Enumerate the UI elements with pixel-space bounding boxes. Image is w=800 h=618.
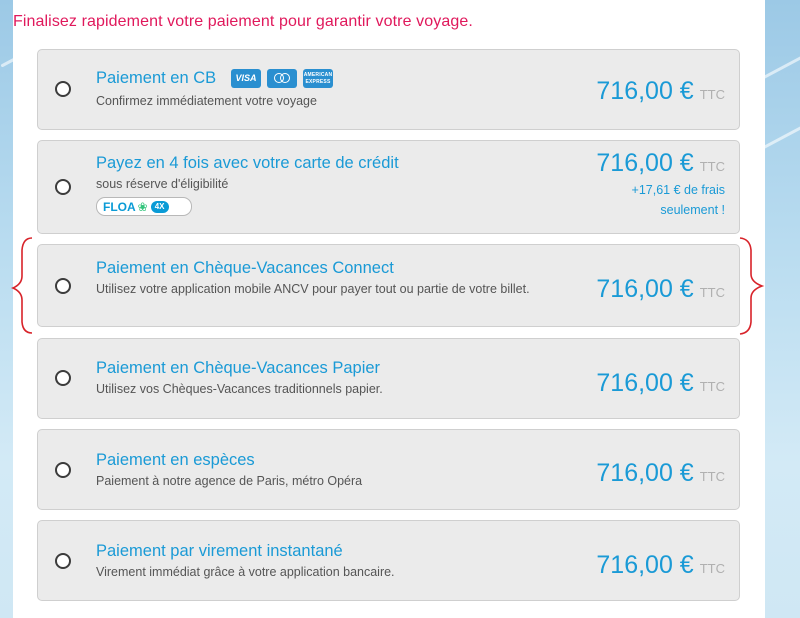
radio-button[interactable] [55,278,71,294]
price-suffix: TTC [699,469,725,484]
price-amount: 716,00 € [596,77,694,105]
option-description: Utilisez vos Chèques-Vacances traditionn… [96,382,383,396]
option-title: Paiement en Chèque-Vacances Connect [96,259,394,277]
option-description: Paiement à notre agence de Paris, métro … [96,474,363,488]
option-description: Confirmez immédiatement votre voyage [96,94,317,108]
option-price: 716,00 € TTC [596,77,725,106]
radio-button[interactable] [55,553,71,569]
option-title: Paiement par virement instantané [96,542,343,560]
page-heading: Finalisez rapidement votre paiement pour… [13,13,473,30]
option-description: Utilisez votre application mobile ANCV p… [96,282,530,296]
floa-flower-icon: ❀ [137,199,148,214]
option-price: 716,00 € TTC [596,275,725,304]
option-description: sous réserve d'éligibilité [96,177,229,191]
visa-icon: VISA [231,69,261,88]
highlight-bracket-right [739,237,765,335]
option-price: 716,00 € TTC [596,459,725,488]
price-amount: 716,00 € [596,369,694,397]
price-amount: 716,00 € [596,459,694,487]
price-suffix: TTC [699,561,725,576]
floa-brand: FLOA [103,199,136,214]
option-price: 716,00 € TTC [596,149,725,178]
price-amount: 716,00 € [596,551,694,579]
option-title: Payez en 4 fois avec votre carte de créd… [96,154,399,172]
price-suffix: TTC [699,379,725,394]
payment-option-cb[interactable]: Paiement en CB VISA AMERICAN EXPRESS Con… [37,49,740,130]
price-suffix: TTC [699,87,725,102]
card-logos: VISA AMERICAN EXPRESS [231,69,333,88]
radio-button[interactable] [55,179,71,195]
option-description: Virement immédiat grâce à votre applicat… [96,565,395,579]
amex-icon: AMERICAN EXPRESS [303,69,333,88]
floa-badge: FLOA ❀ 4X [96,197,192,216]
highlight-bracket-left [11,237,33,334]
mastercard-icon [267,69,297,88]
option-price: 716,00 € TTC [596,551,725,580]
payment-option-4x[interactable]: Payez en 4 fois avec votre carte de créd… [37,140,740,234]
option-price: 716,00 € TTC [596,369,725,398]
radio-button[interactable] [55,370,71,386]
payment-option-virement-instantane[interactable]: Paiement par virement instantané Viremen… [37,520,740,601]
price-amount: 716,00 € [596,275,694,303]
payment-option-cheque-vacances-connect[interactable]: Paiement en Chèque-Vacances Connect Util… [37,244,740,327]
fee-note: +17,61 € de frais seulement ! [595,180,725,220]
option-title: Paiement en espèces [96,451,255,469]
price-suffix: TTC [699,159,725,174]
price-suffix: TTC [699,285,725,300]
option-title: Paiement en Chèque-Vacances Papier [96,359,381,377]
option-title: Paiement en CB [96,69,217,87]
floa-4x-tag: 4X [150,200,169,213]
price-amount: 716,00 € [596,149,694,177]
radio-button[interactable] [55,462,71,478]
fee-line: seulement ! [660,203,725,217]
payment-option-especes[interactable]: Paiement en espèces Paiement à notre age… [37,429,740,510]
radio-button[interactable] [55,81,71,97]
fee-line: +17,61 € de frais [631,183,725,197]
payment-option-cheque-vacances-papier[interactable]: Paiement en Chèque-Vacances Papier Utili… [37,338,740,419]
